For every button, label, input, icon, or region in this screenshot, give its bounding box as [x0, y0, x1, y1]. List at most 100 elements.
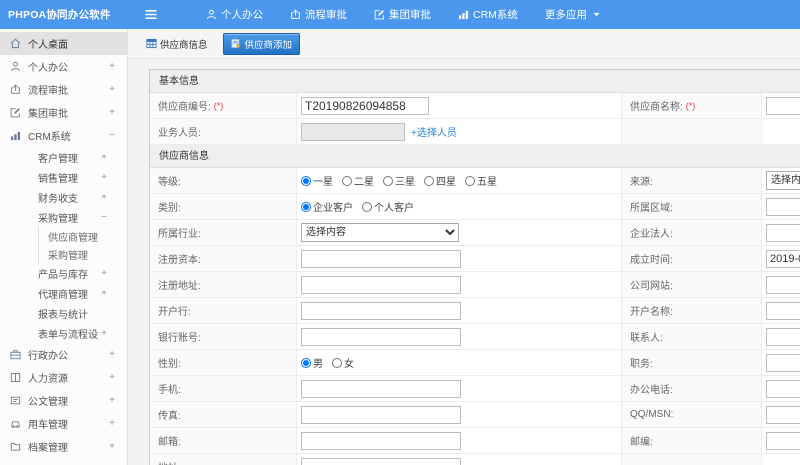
expand-toggle[interactable]: + — [106, 372, 115, 383]
founded-date-input[interactable] — [766, 249, 800, 268]
field-cell — [297, 454, 622, 465]
radio-option[interactable]: 五星 — [465, 173, 497, 188]
website-input[interactable] — [766, 275, 800, 294]
legal-person-input[interactable] — [766, 223, 800, 242]
sidebar-item-report-stats[interactable]: 报表与统计 — [0, 303, 127, 323]
expand-toggle[interactable]: + — [106, 395, 115, 406]
grade-radio-2[interactable] — [342, 175, 352, 186]
field-cell — [297, 324, 622, 349]
topnav-item-more-apps[interactable]: 更多应用 — [545, 0, 602, 29]
sidebar-item-customer-mgmt[interactable]: 客户管理 + — [0, 147, 127, 167]
menu-icon[interactable] — [144, 9, 158, 20]
mobile-input[interactable] — [301, 379, 461, 398]
tabstrip: 供应商信息 供应商添加 — [129, 29, 800, 59]
sidebar-item-supplier-mgmt[interactable]: 供应商管理 — [39, 227, 127, 245]
sidebar-item-vehicle-mgmt[interactable]: 用车管理 + — [0, 412, 127, 435]
expand-toggle[interactable]: + — [106, 349, 115, 360]
expand-toggle[interactable]: + — [98, 152, 107, 163]
job-title-input[interactable] — [766, 353, 800, 372]
sidebar-item-crm-system[interactable]: CRM系统 − — [0, 124, 127, 147]
grade-radio-4[interactable] — [424, 175, 434, 186]
field-cell — [762, 402, 800, 427]
sidebar-item-group-approval[interactable]: 集团审批 + — [0, 101, 127, 124]
tab-supplier-add[interactable]: 供应商添加 — [222, 32, 301, 55]
sidebar-item-hr[interactable]: 人力资源 + — [0, 366, 127, 389]
grade-radio-1[interactable] — [301, 175, 311, 186]
expand-toggle[interactable]: + — [106, 418, 115, 429]
sidebar-item-agent-mgmt[interactable]: 代理商管理 + — [0, 283, 127, 303]
radio-option[interactable]: 一星 — [301, 173, 333, 188]
supplier-code-input[interactable] — [301, 96, 429, 115]
field-label-cell: 公司网站: — [622, 272, 762, 297]
sidebar-item-sales-mgmt[interactable]: 销售管理 + — [0, 167, 127, 187]
user-icon — [10, 61, 22, 72]
sidebar-item-doc-mgmt[interactable]: 公文管理 + — [0, 389, 127, 412]
sidebar-item-admin-office[interactable]: 行政办公 + — [0, 343, 127, 366]
field-cell — [762, 428, 800, 453]
form-row: 邮箱: 邮编: — [150, 428, 800, 454]
topnav-item-group-approval[interactable]: 集团审批 — [374, 0, 431, 29]
topnav-item-crm-system[interactable]: CRM系统 — [458, 0, 518, 29]
qq-msn-input[interactable] — [766, 405, 800, 424]
field-cell — [762, 246, 800, 271]
sidebar-item-workflow-approval[interactable]: 流程审批 + — [0, 78, 127, 101]
radio-option[interactable]: 三星 — [383, 173, 415, 188]
email-input[interactable] — [301, 431, 461, 450]
expand-toggle[interactable]: + — [106, 61, 115, 72]
zip-code-input[interactable] — [766, 431, 800, 450]
field-label-cell: 邮箱: — [150, 428, 297, 453]
sidebar-item-purchasing[interactable]: 采购管理 — [39, 245, 127, 263]
topnav-item-personal-office[interactable]: 个人办公 — [206, 0, 263, 29]
grade-radio-5[interactable] — [465, 175, 475, 186]
sidebar-item-archive-mgmt[interactable]: 档案管理 + — [0, 435, 127, 458]
grade-radio-3[interactable] — [383, 175, 393, 186]
expand-toggle[interactable]: + — [106, 441, 115, 452]
fax-input[interactable] — [301, 405, 461, 424]
radio-option[interactable]: 男 — [301, 355, 323, 370]
sidebar-item-personal-desktop[interactable]: 个人桌面 — [0, 32, 127, 55]
radio-option[interactable]: 二星 — [342, 173, 374, 188]
radio-label: 五星 — [477, 177, 497, 188]
staff-input[interactable] — [301, 122, 405, 141]
region-input[interactable] — [766, 197, 800, 216]
expand-toggle[interactable]: + — [98, 288, 107, 299]
expand-toggle[interactable]: + — [98, 192, 107, 203]
gender-radio-2[interactable] — [332, 357, 342, 368]
expand-toggle[interactable]: + — [98, 328, 107, 339]
reg-capital-input[interactable] — [301, 249, 461, 268]
expand-toggle[interactable]: + — [106, 107, 115, 118]
radio-option[interactable]: 个人客户 — [362, 199, 414, 214]
reg-address-input[interactable] — [301, 275, 461, 294]
gender-radio-1[interactable] — [301, 357, 311, 368]
supplier-name-input[interactable] — [766, 96, 800, 115]
radio-option[interactable]: 企业客户 — [301, 199, 353, 214]
address-input[interactable] — [301, 457, 461, 465]
select-person-link[interactable]: +选择人员 — [411, 124, 457, 139]
sidebar-item-form-flow-settings[interactable]: 表单与流程设置+ — [0, 323, 127, 343]
source-select[interactable]: 选择内容 — [766, 171, 800, 190]
contact-input[interactable] — [766, 327, 800, 346]
category-radio-1[interactable] — [301, 201, 311, 212]
expand-toggle[interactable]: + — [106, 84, 115, 95]
sidebar-item-label: 财务收支 — [38, 193, 78, 205]
category-radio-2[interactable] — [362, 201, 372, 212]
radio-option[interactable]: 四星 — [424, 173, 456, 188]
office-phone-input[interactable] — [766, 379, 800, 398]
tab-supplier-info[interactable]: 供应商信息 — [138, 33, 216, 55]
expand-toggle[interactable]: − — [98, 212, 107, 223]
expand-toggle[interactable]: + — [98, 172, 107, 183]
bank-account-input[interactable] — [301, 327, 461, 346]
sidebar-item-product-stock[interactable]: 产品与库存 + — [0, 263, 127, 283]
sidebar-item-label: 供应商管理 — [48, 232, 98, 244]
expand-toggle[interactable]: + — [98, 268, 107, 279]
sidebar-item-purchase-mgmt[interactable]: 采购管理 − — [0, 207, 127, 227]
radio-option[interactable]: 女 — [332, 355, 354, 370]
account-name-input[interactable] — [766, 301, 800, 320]
expand-toggle[interactable]: − — [106, 130, 115, 141]
industry-select[interactable]: 选择内容 — [301, 223, 459, 242]
sidebar-item-personal-office[interactable]: 个人办公 + — [0, 55, 127, 78]
sidebar-item-finance[interactable]: 财务收支 + — [0, 187, 127, 207]
required-mark: (*) — [213, 100, 224, 111]
bank-input[interactable] — [301, 301, 461, 320]
topnav-item-workflow-approval[interactable]: 流程审批 — [290, 0, 347, 29]
